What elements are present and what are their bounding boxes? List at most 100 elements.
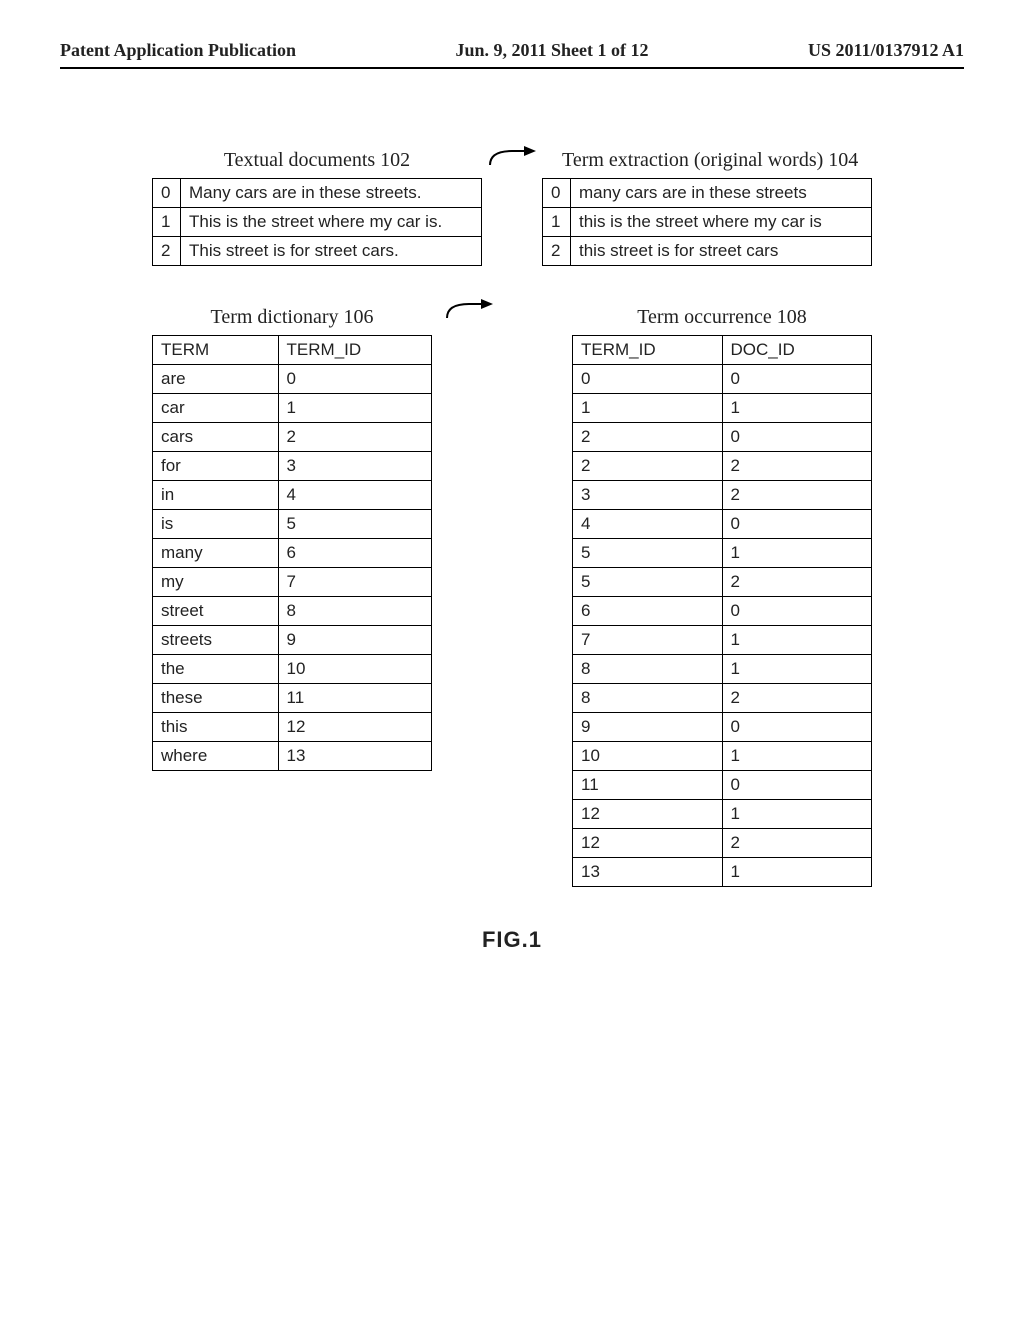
cell-c2: 11 (278, 684, 431, 713)
cell-c2: 0 (722, 423, 872, 452)
cell-c1: streets (153, 626, 279, 655)
cell-c2: 4 (278, 481, 431, 510)
cell-c1: this (153, 713, 279, 742)
row-text: Many cars are in these streets. (181, 179, 482, 208)
row-number: 2 (153, 237, 181, 266)
table-row: 82 (573, 684, 872, 713)
cell-c2: 2 (722, 829, 872, 858)
occ-header-termid: TERM_ID (573, 336, 723, 365)
table-row: 52 (573, 568, 872, 597)
table-row: where13 (153, 742, 432, 771)
table-row: 121 (573, 800, 872, 829)
cell-c2: 8 (278, 597, 431, 626)
cell-c2: 9 (278, 626, 431, 655)
cell-c1: 3 (573, 481, 723, 510)
table-row: 1This is the street where my car is. (153, 208, 482, 237)
cell-c2: 2 (278, 423, 431, 452)
table-row: 51 (573, 539, 872, 568)
table-row: 122 (573, 829, 872, 858)
cell-c2: 5 (278, 510, 431, 539)
cell-c2: 0 (722, 365, 872, 394)
cell-c2: 1 (722, 742, 872, 771)
row-text: many cars are in these streets (571, 179, 872, 208)
row-number: 0 (543, 179, 571, 208)
cell-c1: 12 (573, 829, 723, 858)
cell-c1: 2 (573, 423, 723, 452)
cell-c1: cars (153, 423, 279, 452)
textual-documents-title: Textual documents 102 (152, 149, 482, 172)
row-text: this street is for street cars (571, 237, 872, 266)
cell-c1: 0 (573, 365, 723, 394)
arrow-dict-to-occurrence (439, 298, 499, 326)
table-row: 1this is the street where my car is (543, 208, 872, 237)
table-row: 81 (573, 655, 872, 684)
table-row: street8 (153, 597, 432, 626)
table-row: 32 (573, 481, 872, 510)
cell-c2: 0 (278, 365, 431, 394)
cell-c1: the (153, 655, 279, 684)
table-row: 40 (573, 510, 872, 539)
cell-c1: 5 (573, 539, 723, 568)
cell-c2: 2 (722, 568, 872, 597)
term-dictionary-table: TERM TERM_ID are0car1cars2for3in4is5many… (152, 335, 432, 771)
cell-c2: 2 (722, 481, 872, 510)
table-row: 0many cars are in these streets (543, 179, 872, 208)
cell-c1: 6 (573, 597, 723, 626)
header-center: Jun. 9, 2011 Sheet 1 of 12 (455, 40, 648, 61)
table-row: 90 (573, 713, 872, 742)
page-header: Patent Application Publication Jun. 9, 2… (60, 40, 964, 69)
arrow-docs-to-extraction (482, 145, 542, 173)
cell-c1: 10 (573, 742, 723, 771)
dict-header-term: TERM (153, 336, 279, 365)
textual-documents-block: Textual documents 102 0Many cars are in … (152, 149, 482, 266)
cell-c1: are (153, 365, 279, 394)
cell-c2: 10 (278, 655, 431, 684)
dict-header-termid: TERM_ID (278, 336, 431, 365)
table-row: 11 (573, 394, 872, 423)
term-occurrence-title: Term occurrence 108 (572, 306, 872, 329)
cell-c1: 5 (573, 568, 723, 597)
row-text: This is the street where my car is. (181, 208, 482, 237)
cell-c2: 12 (278, 713, 431, 742)
table-row: 20 (573, 423, 872, 452)
cell-c2: 7 (278, 568, 431, 597)
header-left: Patent Application Publication (60, 40, 296, 61)
table-row: car1 (153, 394, 432, 423)
table-row: this12 (153, 713, 432, 742)
term-dictionary-block: Term dictionary 106 TERM TERM_ID are0car… (152, 306, 432, 771)
textual-documents-table: 0Many cars are in these streets.1This is… (152, 178, 482, 266)
cell-c1: street (153, 597, 279, 626)
cell-c2: 2 (722, 452, 872, 481)
table-row: 131 (573, 858, 872, 887)
cell-c1: 8 (573, 655, 723, 684)
cell-c2: 6 (278, 539, 431, 568)
cell-c1: where (153, 742, 279, 771)
table-row: 00 (573, 365, 872, 394)
term-dictionary-title: Term dictionary 106 (152, 306, 432, 329)
cell-c2: 1 (722, 800, 872, 829)
table-row: cars2 (153, 423, 432, 452)
table-row: streets9 (153, 626, 432, 655)
cell-c2: 1 (722, 539, 872, 568)
table-row: 2This street is for street cars. (153, 237, 482, 266)
table-header-row: TERM TERM_ID (153, 336, 432, 365)
cell-c1: 8 (573, 684, 723, 713)
cell-c2: 1 (722, 655, 872, 684)
cell-c2: 1 (278, 394, 431, 423)
table-row: 101 (573, 742, 872, 771)
cell-c1: 1 (573, 394, 723, 423)
cell-c2: 13 (278, 742, 431, 771)
table-row: 110 (573, 771, 872, 800)
cell-c1: these (153, 684, 279, 713)
table-row: in4 (153, 481, 432, 510)
table-row: the10 (153, 655, 432, 684)
row-number: 0 (153, 179, 181, 208)
term-occurrence-block: Term occurrence 108 TERM_ID DOC_ID 00112… (572, 306, 872, 887)
cell-c1: 13 (573, 858, 723, 887)
table-row: many6 (153, 539, 432, 568)
table-row: is5 (153, 510, 432, 539)
table-row: are0 (153, 365, 432, 394)
cell-c1: in (153, 481, 279, 510)
arrow-icon (439, 298, 499, 326)
row-number: 1 (543, 208, 571, 237)
